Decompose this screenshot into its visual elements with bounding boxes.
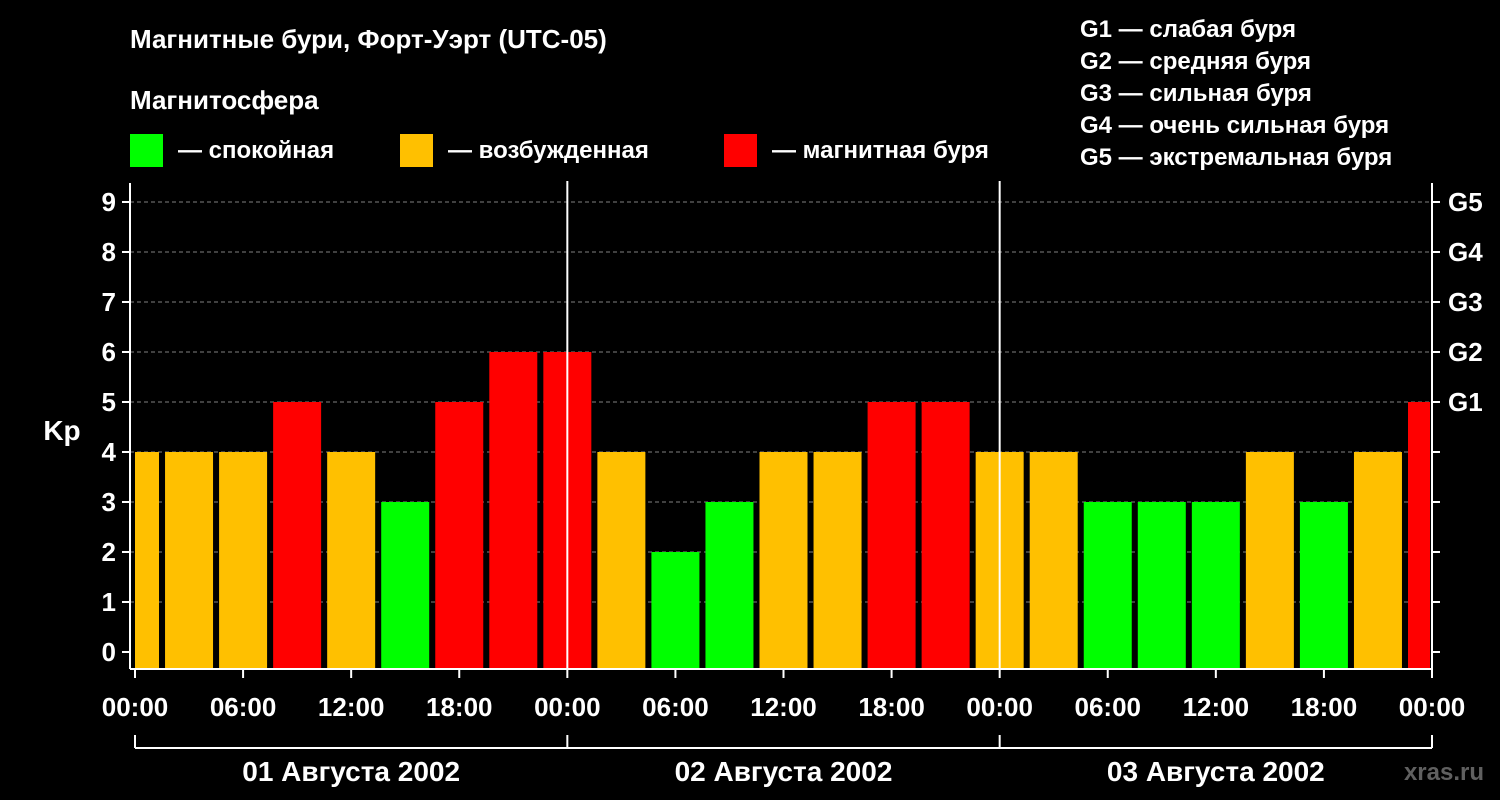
bar-10 bbox=[597, 452, 646, 669]
y-tick-label-9: 9 bbox=[102, 187, 116, 217]
y-tick-label-7: 7 bbox=[102, 287, 116, 317]
bar-19 bbox=[1083, 502, 1132, 669]
x-tick-label-8: 00:00 bbox=[966, 692, 1033, 722]
bar-16 bbox=[921, 402, 970, 669]
x-tick-label-1: 06:00 bbox=[210, 692, 277, 722]
x-tick-label-0: 00:00 bbox=[102, 692, 169, 722]
bar-21 bbox=[1191, 502, 1240, 669]
watermark: xras.ru bbox=[1404, 759, 1484, 786]
right-axis-label-g2: G2 bbox=[1448, 337, 1483, 367]
legend: — спокойная — возбужденная — магнитная б… bbox=[130, 134, 989, 167]
bar-20 bbox=[1137, 502, 1186, 669]
bar-5 bbox=[327, 452, 376, 669]
bar-23 bbox=[1299, 502, 1348, 669]
y-tick-label-5: 5 bbox=[102, 387, 116, 417]
y-tick-label-2: 2 bbox=[102, 537, 116, 567]
bar-11 bbox=[651, 552, 700, 669]
x-tick-label-5: 06:00 bbox=[642, 692, 709, 722]
right-axis-label-g5: G5 bbox=[1448, 187, 1483, 217]
storm-scale-g1: G1 — слабая буря bbox=[1080, 16, 1296, 43]
legend-swatch-storm bbox=[724, 134, 757, 167]
date-label-3: 03 Августа 2002 bbox=[1107, 756, 1325, 787]
bar-25 bbox=[1408, 402, 1430, 669]
y-axis-label: Kp bbox=[43, 415, 80, 446]
x-tick-label-10: 12:00 bbox=[1183, 692, 1250, 722]
bar-22 bbox=[1245, 452, 1294, 669]
x-tick-label-7: 18:00 bbox=[858, 692, 925, 722]
y-tick-label-8: 8 bbox=[102, 237, 116, 267]
y-tick-label-6: 6 bbox=[102, 337, 116, 367]
bar-13 bbox=[759, 452, 808, 669]
y-tick-label-4: 4 bbox=[102, 437, 117, 467]
bar-6 bbox=[381, 502, 430, 669]
date-label-2: 02 Августа 2002 bbox=[675, 756, 893, 787]
bar-8 bbox=[489, 352, 538, 669]
storm-scale-g5: G5 — экстремальная буря bbox=[1080, 144, 1392, 171]
date-label-1: 01 Августа 2002 bbox=[242, 756, 460, 787]
bar-14 bbox=[813, 452, 862, 669]
right-axis-label-g4: G4 bbox=[1448, 237, 1483, 267]
right-axis-label-g3: G3 bbox=[1448, 287, 1483, 317]
chart-title: Магнитные бури, Форт-Уэрт (UTC-05) bbox=[130, 24, 607, 54]
bar-12 bbox=[705, 502, 754, 669]
bar-18 bbox=[1029, 452, 1078, 669]
bar-7 bbox=[435, 402, 484, 669]
x-tick-label-11: 18:00 bbox=[1291, 692, 1358, 722]
legend-swatch-disturbed bbox=[400, 134, 433, 167]
kp-chart: Магнитные бури, Форт-Уэрт (UTC-05) Магни… bbox=[0, 0, 1500, 800]
bar-15 bbox=[867, 402, 916, 669]
legend-label-storm: — магнитная буря bbox=[772, 137, 989, 164]
bar-24 bbox=[1353, 452, 1402, 669]
storm-scale-g3: G3 — сильная буря bbox=[1080, 80, 1312, 107]
chart-subtitle: Магнитосфера bbox=[130, 85, 319, 115]
x-tick-label-3: 18:00 bbox=[426, 692, 493, 722]
bar-3 bbox=[219, 452, 268, 669]
y-tick-label-1: 1 bbox=[102, 587, 116, 617]
bar-1 bbox=[135, 452, 159, 669]
x-tick-label-9: 06:00 bbox=[1075, 692, 1142, 722]
legend-label-quiet: — спокойная bbox=[178, 137, 334, 164]
bar-4 bbox=[273, 402, 322, 669]
x-tick-label-6: 12:00 bbox=[750, 692, 817, 722]
storm-scale-g4: G4 — очень сильная буря bbox=[1080, 112, 1389, 139]
x-tick-label-12: 00:00 bbox=[1399, 692, 1466, 722]
legend-swatch-quiet bbox=[130, 134, 163, 167]
legend-label-disturbed: — возбужденная bbox=[448, 137, 649, 164]
y-tick-label-3: 3 bbox=[102, 487, 116, 517]
storm-scale-g2: G2 — средняя буря bbox=[1080, 48, 1311, 75]
bar-2 bbox=[165, 452, 214, 669]
right-axis-label-g1: G1 bbox=[1448, 387, 1483, 417]
x-tick-label-2: 12:00 bbox=[318, 692, 385, 722]
x-tick-label-4: 00:00 bbox=[534, 692, 601, 722]
y-tick-label-0: 0 bbox=[102, 637, 116, 667]
